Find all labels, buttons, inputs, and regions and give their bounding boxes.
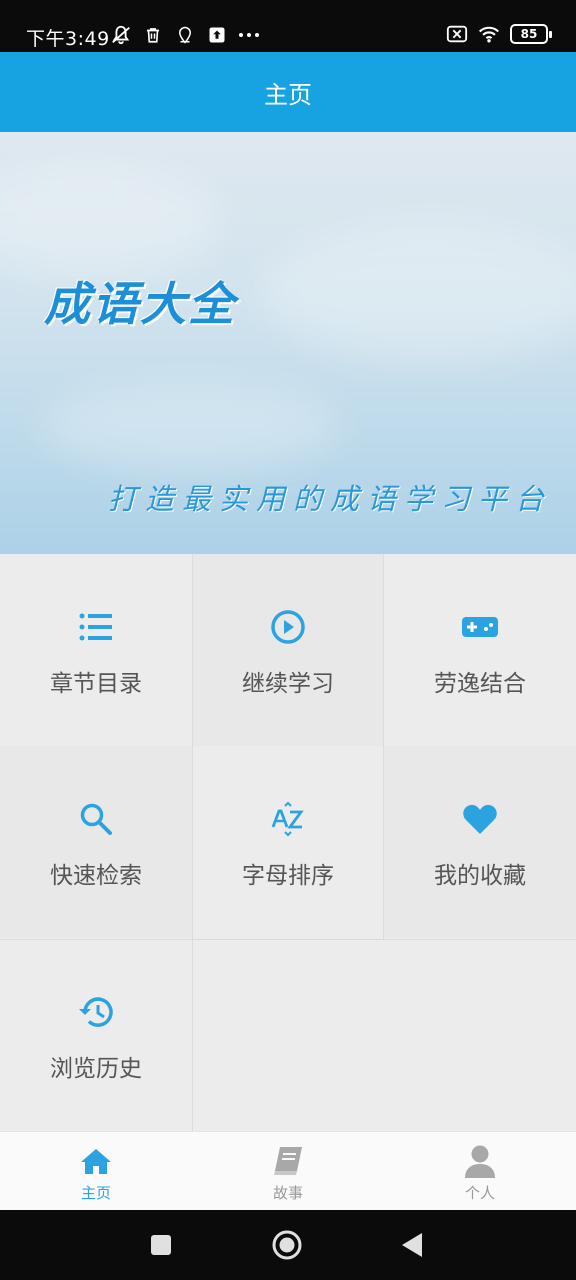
back-button[interactable]	[394, 1227, 430, 1263]
menu-grid: 章节目录 继续学习 劳逸结合 快速检索 字母排序 我的收藏 浏览历史	[0, 554, 576, 1131]
book-icon	[271, 1144, 305, 1178]
location-icon	[174, 24, 196, 46]
banner-subtitle: 打造最实用的成语学习平台	[108, 482, 553, 516]
menu-item-games[interactable]: 劳逸结合	[384, 554, 576, 746]
status-left-icons	[110, 24, 260, 46]
upload-icon	[206, 24, 228, 46]
menu-item-label: 章节目录	[50, 671, 142, 697]
menu-item-label: 继续学习	[242, 671, 334, 697]
banner-image: 成语大全 打造最实用的成语学习平台	[0, 132, 576, 554]
banner-title: 成语大全	[44, 277, 236, 331]
trash-icon	[142, 24, 164, 46]
system-navigation-bar	[0, 1210, 576, 1280]
nav-label: 故事	[272, 1184, 303, 1202]
history-icon	[77, 993, 115, 1031]
more-dots-icon	[238, 24, 260, 46]
app-header: 主页	[0, 52, 576, 132]
battery-icon: 85	[510, 24, 552, 44]
play-circle-icon	[269, 608, 307, 646]
list-icon	[77, 608, 115, 646]
nav-tab-home[interactable]: 主页	[0, 1132, 192, 1211]
grid-divider	[383, 554, 384, 939]
nav-label: 主页	[80, 1184, 111, 1202]
grid-divider	[0, 939, 576, 940]
menu-item-label: 快速检索	[50, 863, 142, 889]
menu-item-label: 劳逸结合	[434, 671, 526, 697]
wifi-icon	[478, 23, 500, 45]
status-time: 下午3:49	[26, 28, 110, 50]
home-icon	[79, 1144, 113, 1178]
status-right-icons: 85	[446, 23, 552, 45]
battery-level: 85	[520, 27, 538, 41]
menu-item-label: 字母排序	[242, 863, 334, 889]
menu-item-chapters[interactable]: 章节目录	[0, 554, 192, 746]
bottom-navigation: 主页 故事 个人	[0, 1131, 576, 1210]
heart-icon	[461, 800, 499, 838]
mute-icon	[110, 24, 132, 46]
page-title: 主页	[264, 80, 312, 109]
person-icon	[463, 1144, 497, 1178]
menu-item-history[interactable]: 浏览历史	[0, 939, 192, 1131]
recent-apps-button[interactable]	[143, 1227, 179, 1263]
az-sort-icon	[269, 800, 307, 838]
menu-item-continue-learning[interactable]: 继续学习	[192, 554, 384, 746]
menu-item-quick-search[interactable]: 快速检索	[0, 746, 192, 938]
nav-tab-profile[interactable]: 个人	[384, 1132, 576, 1211]
menu-item-label: 我的收藏	[434, 863, 526, 889]
menu-item-favorites[interactable]: 我的收藏	[384, 746, 576, 938]
search-icon	[77, 800, 115, 838]
grid-divider	[192, 554, 193, 1131]
home-button[interactable]	[269, 1227, 305, 1263]
status-bar: 下午3:49 85	[0, 0, 576, 52]
nav-label: 个人	[464, 1184, 495, 1202]
empty-cell	[192, 939, 576, 1131]
menu-item-label: 浏览历史	[50, 1056, 142, 1082]
nav-tab-stories[interactable]: 故事	[192, 1132, 384, 1211]
gamepad-icon	[461, 608, 499, 646]
sim-off-icon	[446, 23, 468, 45]
menu-item-alphabet-sort[interactable]: 字母排序	[192, 746, 384, 938]
